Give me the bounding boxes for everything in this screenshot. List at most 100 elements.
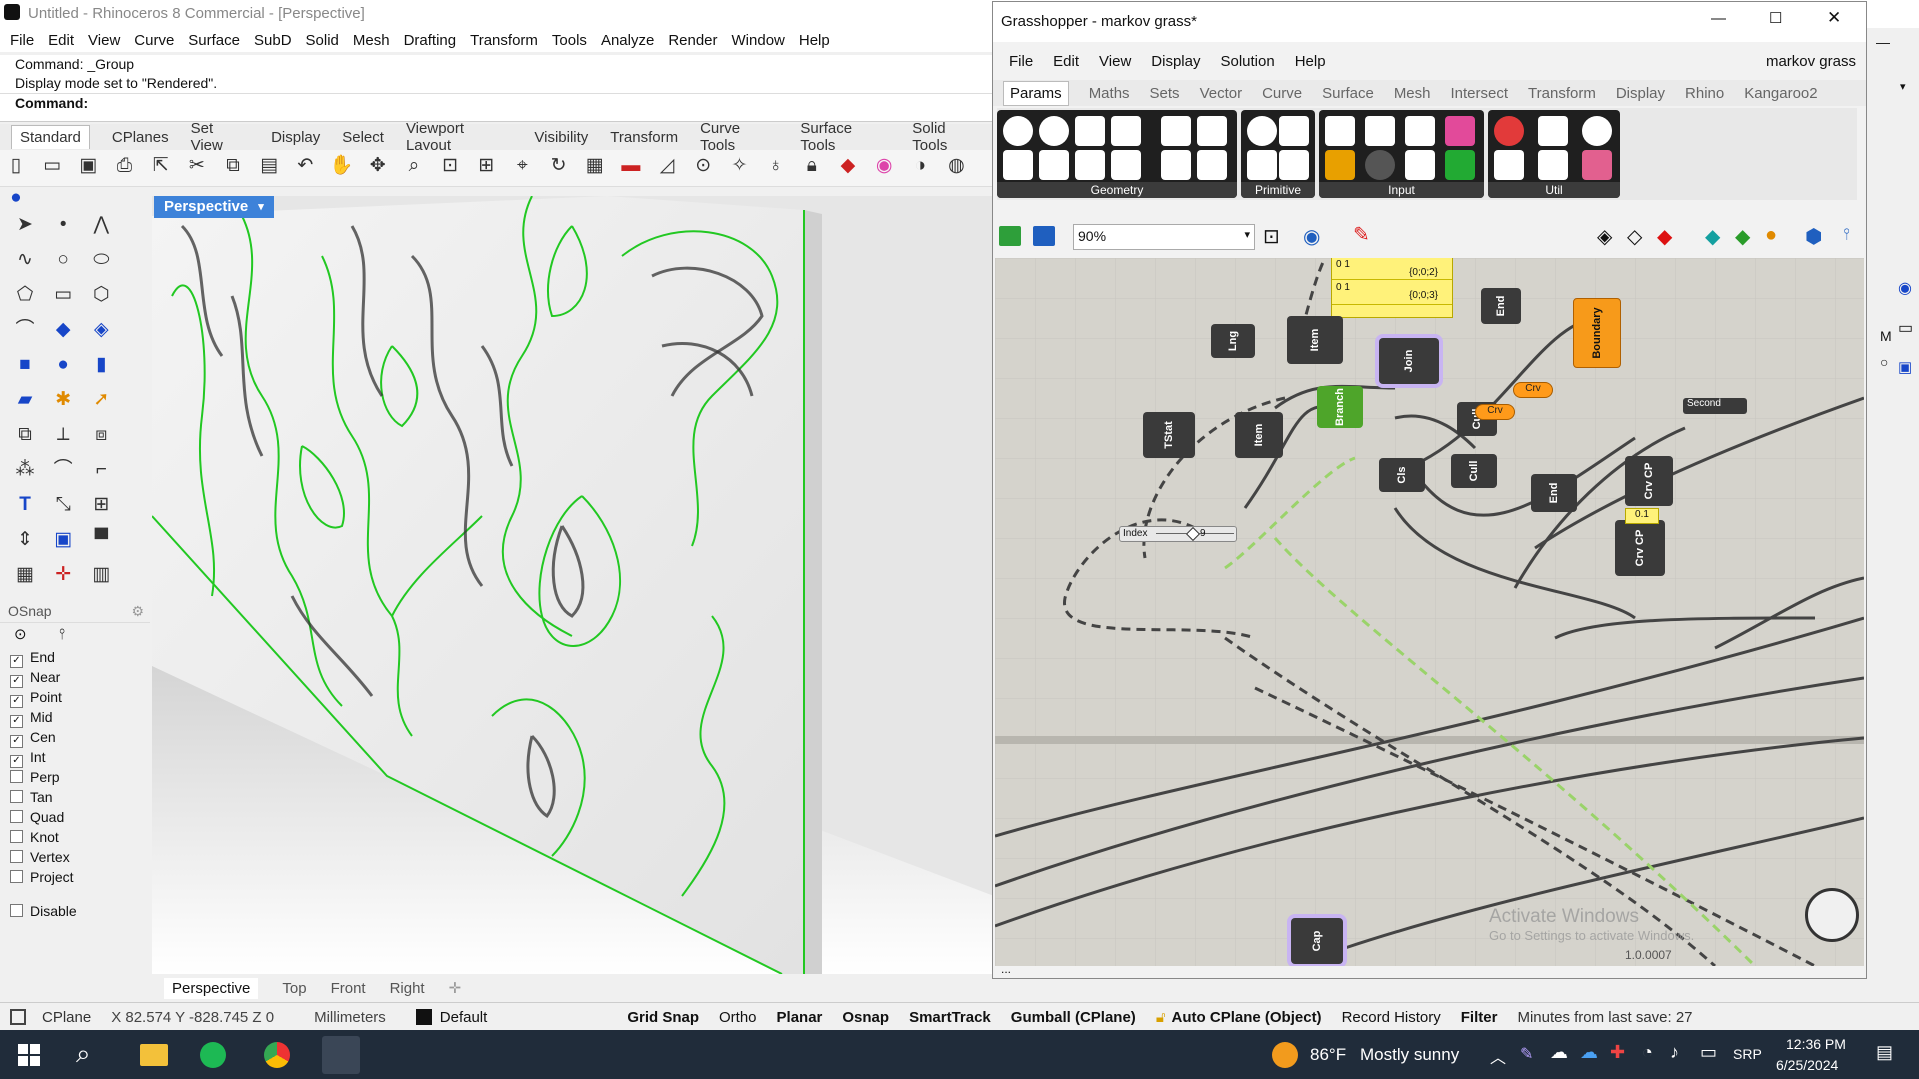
circle-icon[interactable]: ○ — [48, 246, 78, 277]
checkbox[interactable] — [10, 770, 23, 783]
command-prompt[interactable]: Command: — [0, 93, 995, 113]
osnap-item[interactable]: ✓ Int — [0, 747, 150, 768]
gh-node-end[interactable]: End — [1481, 288, 1521, 324]
sketch-icon[interactable]: ✎ — [1353, 222, 1370, 247]
spotify-icon[interactable] — [200, 1042, 226, 1068]
gh-param-crv[interactable]: Crv — [1475, 404, 1515, 420]
vp-tab-top[interactable]: Top — [282, 980, 306, 997]
boolean-icon[interactable] — [1247, 116, 1277, 146]
search-icon[interactable]: ⌕ — [76, 1038, 91, 1070]
mesh-component-icon[interactable] — [1197, 116, 1227, 146]
material-preview-icon[interactable]: ● — [1765, 224, 1777, 247]
gh-menu-display[interactable]: Display — [1151, 53, 1200, 70]
point-icon[interactable]: • — [48, 211, 78, 242]
onedrive-icon[interactable]: ☁ — [1580, 1042, 1598, 1063]
gh-node-tstat[interactable]: TStat — [1143, 412, 1195, 458]
text-icon[interactable]: T — [10, 491, 40, 522]
explode-icon[interactable]: ✱ — [48, 386, 78, 417]
tab-viewport-layout[interactable]: Viewport Layout — [406, 120, 512, 154]
box-icon[interactable]: ■ — [10, 351, 40, 382]
weather-text[interactable]: Mostly sunny — [1360, 1045, 1459, 1065]
quality-icon[interactable]: ⬢ — [1805, 224, 1822, 249]
curve-icon[interactable]: ∿ — [10, 246, 40, 277]
mesh-icon[interactable]: ⊞ — [86, 491, 116, 522]
doc-preview-icon[interactable]: ◆ — [1705, 224, 1720, 249]
gh-node-join[interactable]: Join — [1379, 338, 1439, 384]
vector-component-icon[interactable] — [1075, 150, 1105, 180]
gh-menu-help[interactable]: Help — [1295, 53, 1326, 70]
zoom-extents-icon[interactable]: ⊡ — [1263, 224, 1280, 249]
status-planar[interactable]: Planar — [777, 1009, 823, 1026]
checkbox[interactable] — [10, 870, 23, 883]
grid-array-icon[interactable]: ▦ — [10, 561, 40, 592]
print-icon[interactable]: ⎙ — [111, 152, 139, 180]
wireframe-sphere-icon[interactable]: ◍ — [942, 152, 970, 180]
flask-icon[interactable] — [1582, 150, 1612, 180]
menu-solid[interactable]: Solid — [306, 32, 339, 49]
shaded-preview-icon[interactable]: ◇ — [1627, 224, 1642, 249]
osnap-item[interactable]: ✓ End — [0, 647, 150, 668]
shape-icon[interactable]: ⬡ — [86, 281, 116, 312]
gh-tab-params[interactable]: Params — [1003, 80, 1069, 106]
menu-render[interactable]: Render — [668, 32, 717, 49]
plane-component-icon[interactable] — [1039, 150, 1069, 180]
ruler-icon[interactable]: ◿ — [653, 152, 681, 180]
gh-menu-file[interactable]: File — [1009, 53, 1033, 70]
menu-edit[interactable]: Edit — [48, 32, 74, 49]
osnap-item[interactable]: Project — [0, 867, 150, 887]
tab-cplanes[interactable]: CPlanes — [112, 129, 169, 146]
text-component-icon[interactable] — [1279, 150, 1309, 180]
rectangle-icon[interactable]: ▭ — [48, 281, 78, 312]
gh-tab-maths[interactable]: Maths — [1089, 85, 1130, 102]
analysis-icon[interactable]: ▥ — [86, 561, 116, 592]
menu-curve[interactable]: Curve — [134, 32, 174, 49]
tab-standard[interactable]: Standard — [11, 125, 90, 149]
undo-icon[interactable]: ↶ — [291, 152, 319, 180]
index-slider[interactable]: Index 9 — [1119, 526, 1237, 542]
lock-icon[interactable]: 🔓︎ — [1156, 1009, 1166, 1026]
tab-visibility[interactable]: Visibility — [534, 129, 588, 146]
rotate-view-icon[interactable]: ✥ — [364, 152, 392, 180]
lock-icon[interactable]: 🔒︎ — [798, 152, 826, 180]
menu-file[interactable]: File — [10, 32, 34, 49]
chevron-down-icon[interactable]: ▾ — [1244, 228, 1250, 241]
open-folder-icon[interactable]: ▭ — [38, 152, 66, 180]
panel-circle-icon[interactable]: ○ — [1880, 354, 1888, 370]
perspective-viewport[interactable] — [152, 196, 994, 974]
line-component-icon[interactable] — [1003, 150, 1033, 180]
filter-icon[interactable]: ⫯ — [59, 626, 66, 643]
tab-select[interactable]: Select — [342, 129, 384, 146]
vp-tab-front[interactable]: Front — [331, 980, 366, 997]
extend-icon[interactable]: ➚ — [86, 386, 116, 417]
gh-node-crv-cp[interactable]: Crv CP — [1625, 456, 1673, 506]
preview-eye-icon[interactable]: ◉ — [1303, 224, 1320, 249]
gh-node-lng[interactable]: Lng — [1211, 324, 1255, 358]
gh-node-item[interactable]: Item — [1235, 412, 1283, 458]
menu-window[interactable]: Window — [732, 32, 785, 49]
join-icon[interactable]: ⧉ — [10, 421, 40, 452]
group-icon[interactable]: ⧈ — [86, 421, 116, 452]
tab-transform[interactable]: Transform — [610, 129, 678, 146]
viewport-label[interactable]: Perspective ▾ — [154, 196, 274, 218]
menu-analyze[interactable]: Analyze — [601, 32, 654, 49]
windows-start-icon[interactable] — [18, 1044, 40, 1066]
gh-tab-rhino[interactable]: Rhino — [1685, 85, 1724, 102]
car-icon[interactable]: ▬ — [617, 152, 645, 180]
osnap-item[interactable]: Vertex — [0, 847, 150, 867]
panel-m-icon[interactable]: M — [1880, 328, 1892, 344]
osnap-item[interactable]: ✓ Point — [0, 687, 150, 708]
gh-tab-mesh[interactable]: Mesh — [1394, 85, 1431, 102]
chrome-icon[interactable] — [264, 1042, 290, 1068]
checkbox[interactable] — [10, 810, 23, 823]
display-icon[interactable]: ▭ — [1898, 318, 1913, 338]
gh-tab-kangaroo2[interactable]: Kangaroo2 — [1744, 85, 1817, 102]
gumball-icon[interactable]: ✛ — [48, 561, 78, 592]
gh-node-crv-cp[interactable]: Crv CP — [1615, 520, 1665, 576]
tree-icon[interactable] — [1494, 150, 1524, 180]
cluster-icon[interactable] — [1582, 116, 1612, 146]
zoom-selected-icon[interactable]: ⌖ — [508, 152, 536, 180]
add-viewport-icon[interactable]: ✛ — [449, 979, 462, 997]
wifi-icon[interactable]: ◔ — [1642, 1042, 1653, 1063]
number-icon[interactable] — [1279, 116, 1309, 146]
file-explorer-icon[interactable] — [140, 1044, 168, 1066]
